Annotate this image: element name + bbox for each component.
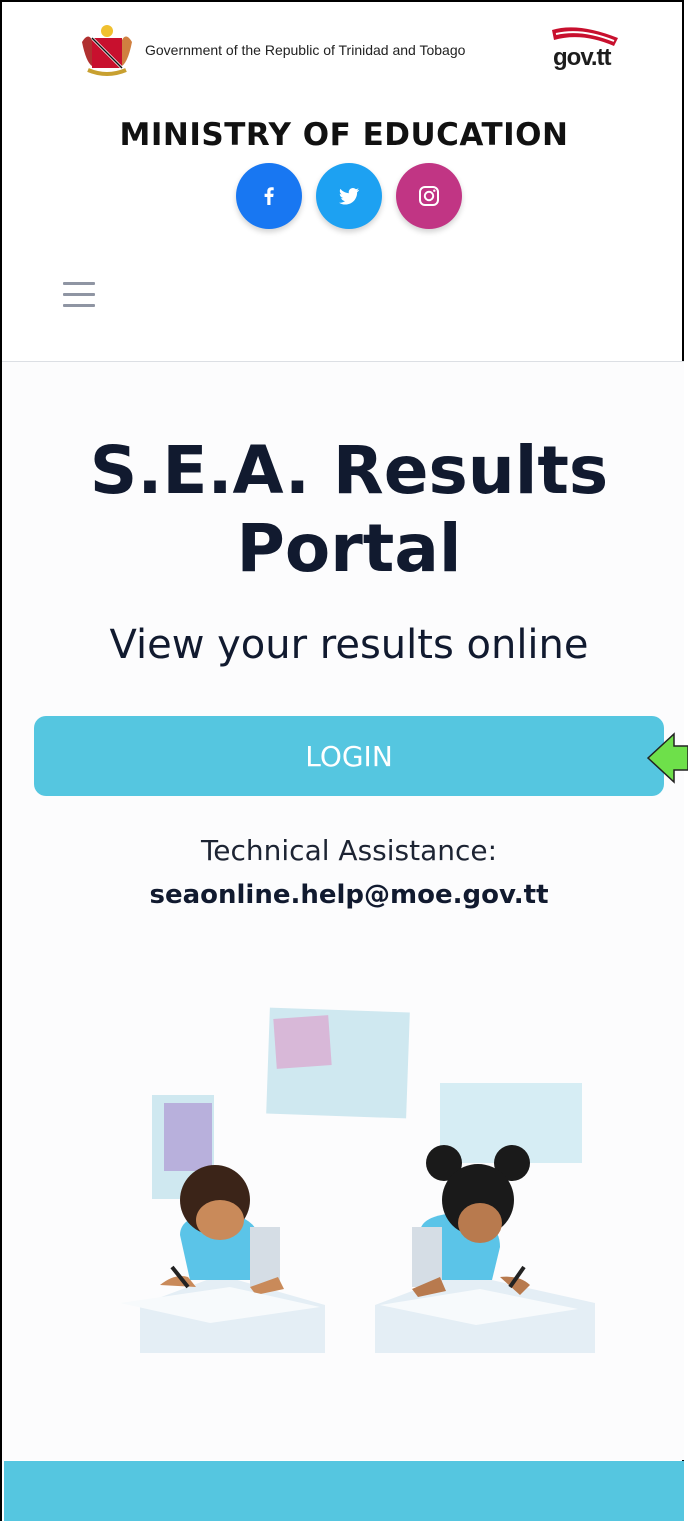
login-button[interactable]: LOGIN [34, 716, 664, 796]
instagram-icon [419, 186, 439, 206]
govtt-logo[interactable]: gov.tt [548, 24, 623, 76]
ministry-title: MINISTRY OF EDUCATION [119, 117, 569, 153]
social-links [236, 163, 464, 231]
page-title-line1: S.E.A. Results [89, 432, 609, 509]
hamburger-menu-icon[interactable] [63, 282, 95, 308]
twitter-icon [339, 188, 360, 205]
page-title-line2: Portal [236, 510, 462, 587]
page-subtitle: View your results online [109, 622, 589, 668]
twitter-link[interactable] [316, 163, 382, 229]
coat-of-arms-icon [82, 25, 132, 76]
footer-band [4, 1461, 684, 1521]
government-banner[interactable]: Government of the Republic of Trinidad a… [78, 22, 623, 78]
instagram-link[interactable] [396, 163, 462, 229]
annotation-arrow-icon [646, 732, 688, 784]
page-title: S.E.A. Results Portal [0, 432, 688, 588]
support-email-link[interactable]: seaonline.help@moe.gov.tt [0, 880, 688, 910]
government-name: Government of the Republic of Trinidad a… [145, 42, 466, 58]
govtt-logo-text: gov.tt [553, 44, 612, 71]
facebook-link[interactable] [236, 163, 302, 229]
facebook-icon [264, 187, 274, 205]
students-illustration [120, 1007, 595, 1353]
technical-assistance-label: Technical Assistance: [200, 834, 498, 867]
